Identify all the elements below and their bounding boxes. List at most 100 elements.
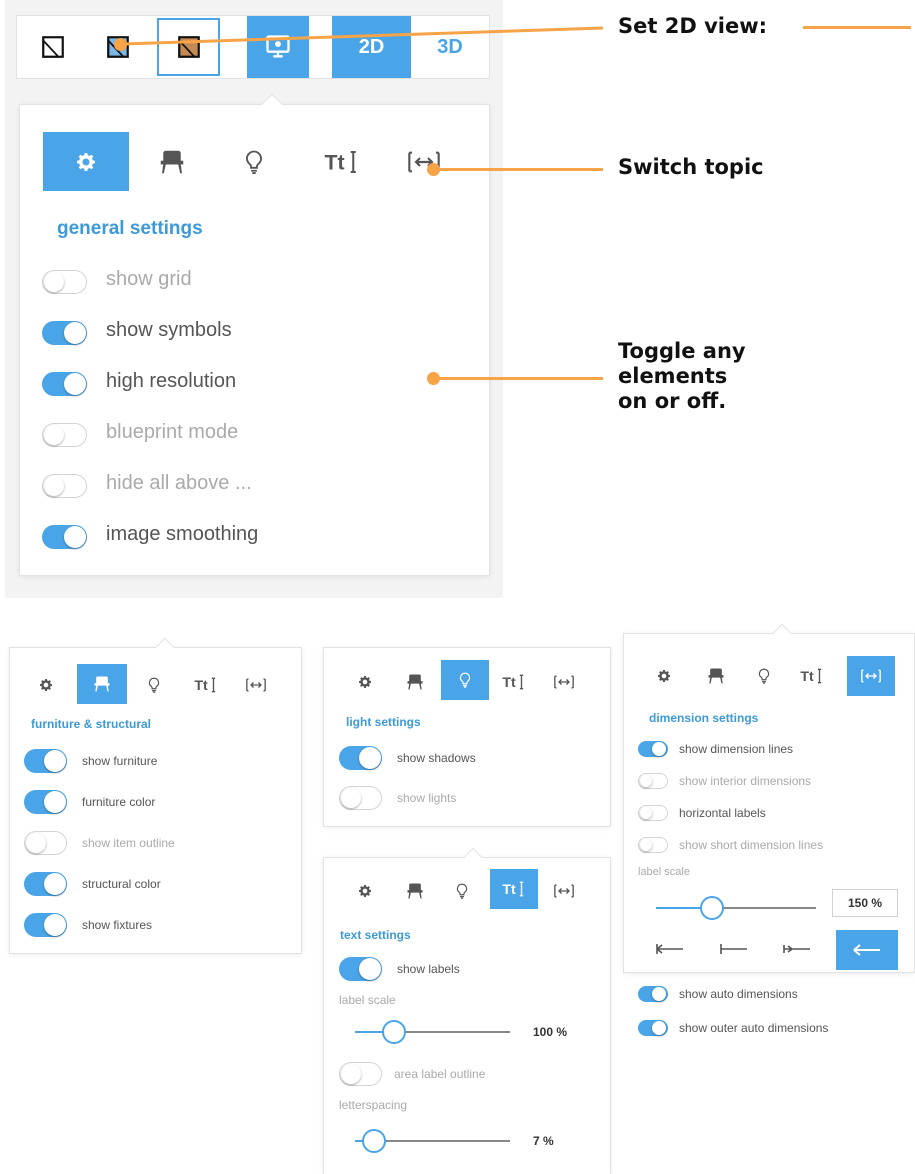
toggle-show-interior-dimensions[interactable] [638,773,668,789]
toggle-blueprint-mode[interactable] [42,423,87,447]
panel-title: general settings [57,218,203,239]
annotation-toggle-line-1: Toggle any [618,339,746,363]
callout-line-switch [433,168,603,171]
tab-text[interactable] [498,664,530,700]
panel-title: text settings [340,928,411,942]
bulb-icon [453,882,471,900]
tab-furniture[interactable] [140,132,204,191]
toggle-structural-color[interactable] [24,872,67,896]
tab-text[interactable] [490,869,538,909]
plan-basic-button[interactable] [30,24,76,70]
label-scale-input[interactable]: 150 % [832,889,898,917]
toggle-area-label-outline[interactable] [339,1062,382,1086]
tab-general[interactable] [43,132,129,191]
toggle-furniture-color[interactable] [24,790,67,814]
gear-icon [656,668,672,684]
tab-furniture[interactable] [399,873,431,909]
slider-handle[interactable] [361,1129,386,1153]
toggle-show-symbols[interactable] [42,321,87,345]
gear-icon [357,883,373,899]
toggle-show-lights[interactable] [339,786,382,810]
arrow-line-start-icon [720,944,747,954]
tab-general[interactable] [349,664,381,700]
tab-furniture[interactable] [700,658,732,694]
arrow-style-left[interactable] [836,930,898,970]
tab-light[interactable] [138,667,170,703]
tab-light[interactable] [748,658,780,694]
tab-general[interactable] [30,667,62,703]
annotation-switch-topic: Switch topic [618,155,764,179]
toggle-show-furniture[interactable] [24,749,67,773]
toggle-show-grid[interactable] [42,270,87,294]
toggle-label: high resolution [106,370,237,392]
dimension-icon [244,675,268,695]
tab-light[interactable] [222,132,286,191]
toggle-high-resolution[interactable] [42,372,87,396]
toggle-label: show interior dimensions [679,774,812,788]
tab-dimension[interactable] [847,656,895,696]
toggle-label: show furniture [82,754,158,768]
armchair-icon [92,674,112,694]
toggle-show-dimension-lines[interactable] [638,741,668,757]
toggle-show-fixtures[interactable] [24,913,67,937]
tab-dimension[interactable] [240,667,272,703]
tab-furniture[interactable] [399,664,431,700]
toggle-hide-all-above[interactable] [42,474,87,498]
tab-dimension[interactable] [548,664,580,700]
armchair-icon [706,666,726,686]
toggle-label: show lights [397,791,457,805]
toggle-label: area label outline [394,1067,486,1081]
toggle-label: show fixtures [82,918,153,932]
toggle-label: horizontal labels [679,806,766,820]
toggle-image-smoothing[interactable] [42,525,87,549]
arrow-style-start-bar[interactable] [646,932,694,966]
tab-dimension[interactable] [392,132,456,191]
label-scale-caption: label scale [638,866,690,878]
callout-line-set-view [121,26,604,46]
toggle-label: furniture color [82,795,156,809]
tab-general[interactable] [648,658,680,694]
tab-general[interactable] [349,873,381,909]
tab-light[interactable] [441,660,489,700]
dimension-icon [552,672,576,692]
toggle-show-item-outline[interactable] [24,831,67,855]
bulb-icon [755,667,773,685]
text-icon [194,675,218,695]
toggle-horizontal-labels[interactable] [638,805,668,821]
toggle-show-labels[interactable] [339,957,382,981]
callout-line-right [803,26,911,29]
annotation-toggle-line-2: elements [618,364,728,388]
tab-text[interactable] [190,667,222,703]
tab-furniture[interactable] [77,664,127,704]
text-icon [324,147,360,177]
toggle-label: show auto dimensions [679,987,798,1001]
arrow-style-line-start[interactable] [710,932,758,966]
slider-handle[interactable] [381,1020,406,1044]
tab-light[interactable] [446,873,478,909]
slider-handle[interactable] [700,896,724,920]
arrow-double-icon [783,945,810,953]
annotation-set-view: Set 2D view: [618,14,767,38]
arrow-style-double[interactable] [773,932,821,966]
toggle-show-shadows[interactable] [339,746,382,770]
toggle-label: show shadows [397,751,476,765]
text-icon [502,879,526,899]
tab-dimension[interactable] [548,873,580,909]
gear-icon [38,677,54,693]
dimension-icon [859,666,883,686]
arrow-left-icon [853,944,880,956]
annotation-toggle-line-3: on or off. [618,389,727,413]
toggle-show-outer-auto-dimensions[interactable] [638,1020,668,1036]
armchair-icon [157,147,187,177]
toggle-show-short-dimension-lines[interactable] [638,837,668,853]
tab-text[interactable] [310,132,374,191]
toggle-label: structural color [82,877,161,891]
toggle-label: hide all above ... [106,472,252,494]
bulb-icon [456,671,474,689]
panel-title: furniture & structural [31,717,152,731]
toggle-label: image smoothing [106,523,259,545]
toggle-show-auto-dimensions[interactable] [638,986,668,1002]
gear-icon [74,150,98,174]
toggle-label: show dimension lines [679,742,794,756]
tab-text[interactable] [796,658,828,694]
